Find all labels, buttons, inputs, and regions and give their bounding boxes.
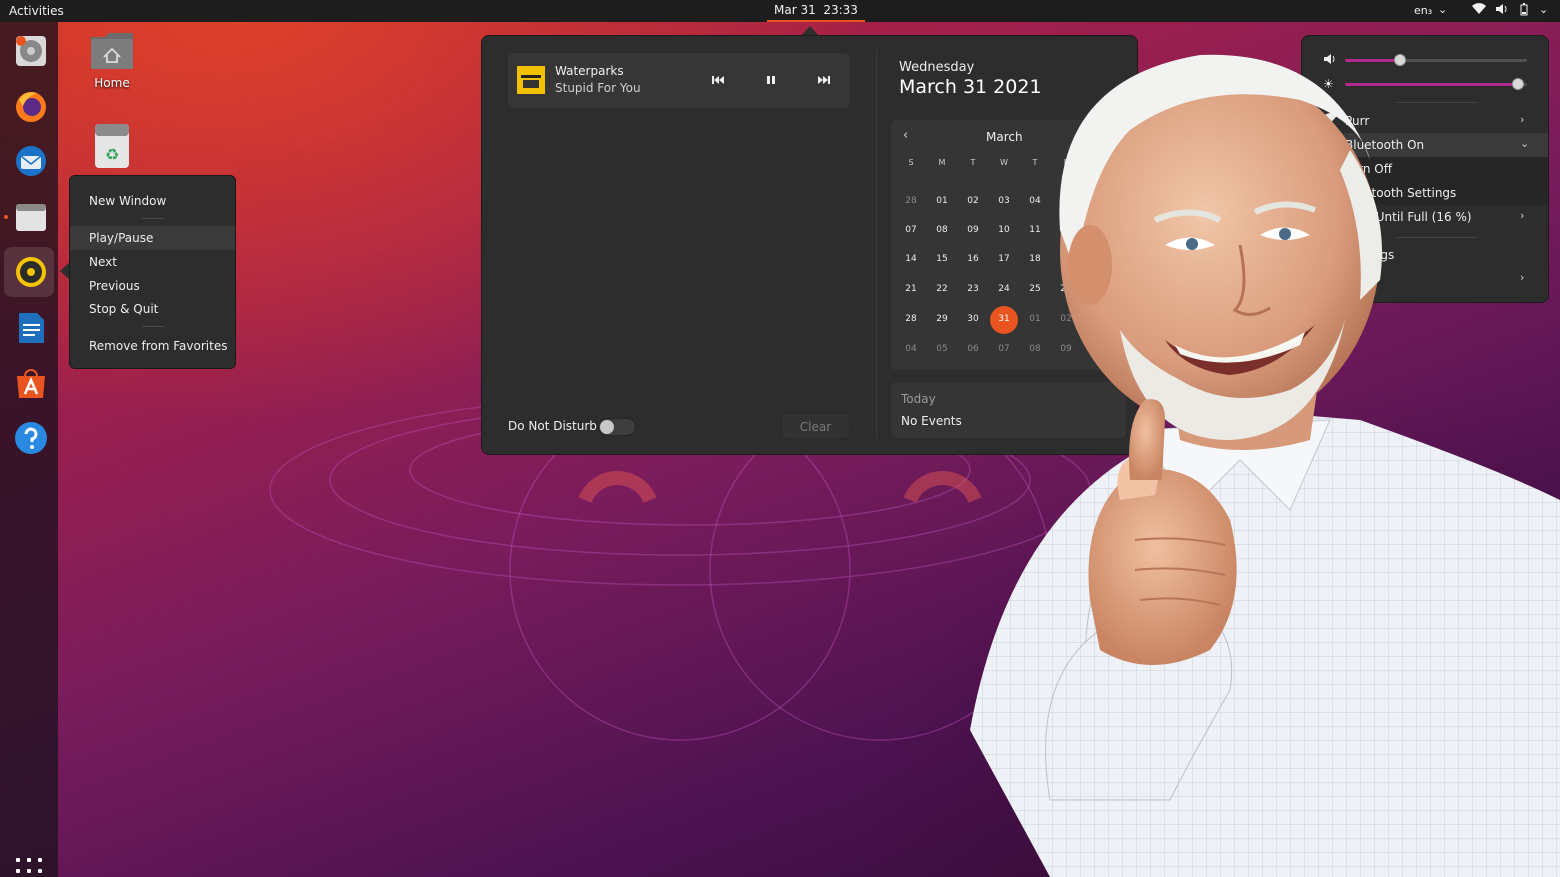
running-indicator bbox=[4, 215, 8, 219]
calendar-day[interactable]: 14 bbox=[899, 254, 923, 264]
calendar-day[interactable]: 07 bbox=[899, 225, 923, 235]
battery-icon[interactable] bbox=[1518, 3, 1530, 19]
track-artist: Waterparks bbox=[555, 64, 624, 78]
dock bbox=[0, 22, 58, 877]
files-icon bbox=[16, 204, 46, 231]
menu-separator bbox=[142, 326, 164, 327]
disk-usage-icon bbox=[16, 36, 46, 66]
calendar-day[interactable]: 28 bbox=[899, 196, 923, 206]
album-art bbox=[517, 66, 545, 94]
dock-item-software[interactable] bbox=[4, 358, 54, 408]
dock-item-help[interactable] bbox=[4, 413, 54, 463]
track-title: Stupid For You bbox=[555, 81, 641, 95]
dock-item-files[interactable] bbox=[4, 192, 54, 242]
dock-item-writer[interactable] bbox=[4, 303, 54, 353]
top-bar: Activities Mar 31 23:33 en₃ ⌄ ⌄ bbox=[0, 0, 1560, 22]
events-heading: Today bbox=[901, 392, 936, 406]
person-thumbs-up-photo bbox=[970, 54, 1560, 877]
calendar-day[interactable]: 04 bbox=[899, 344, 923, 354]
do-not-disturb-switch[interactable] bbox=[598, 418, 636, 436]
home-folder-icon bbox=[91, 33, 133, 69]
writer-icon bbox=[19, 313, 44, 343]
input-source-indicator[interactable]: en₃ bbox=[1414, 4, 1432, 17]
dock-context-menu: New Window Play/Pause Next Previous Stop… bbox=[69, 175, 236, 369]
calendar-day[interactable]: 21 bbox=[899, 284, 923, 294]
desktop-trash[interactable]: ♻ bbox=[72, 122, 152, 173]
software-center-icon bbox=[17, 369, 45, 398]
wifi-icon[interactable] bbox=[1472, 3, 1486, 18]
clear-notifications-button[interactable]: Clear bbox=[781, 413, 850, 439]
dock-item-firefox[interactable] bbox=[4, 81, 54, 131]
switch-knob bbox=[600, 420, 614, 434]
trash-icon: ♻ bbox=[95, 124, 129, 168]
chevron-left-icon[interactable]: ‹ bbox=[903, 128, 908, 143]
do-not-disturb-label: Do Not Disturb bbox=[508, 419, 597, 433]
media-player-card[interactable]: Waterparks Stupid For You bbox=[508, 53, 850, 108]
svg-text:♻: ♻ bbox=[105, 145, 119, 164]
clock-button[interactable]: Mar 31 23:33 bbox=[767, 0, 865, 22]
firefox-icon bbox=[16, 92, 46, 122]
dock-item-disk-usage[interactable] bbox=[4, 26, 54, 76]
previous-icon[interactable] bbox=[711, 73, 725, 87]
chevron-down-icon[interactable]: ⌄ bbox=[1539, 3, 1548, 16]
home-folder-label: Home bbox=[94, 76, 130, 90]
menu-item-next[interactable]: Next bbox=[70, 250, 235, 274]
next-icon[interactable] bbox=[817, 73, 831, 87]
dock-item-thunderbird[interactable] bbox=[4, 136, 54, 186]
pause-icon[interactable] bbox=[764, 73, 778, 87]
menu-item-stop-quit[interactable]: Stop & Quit bbox=[70, 297, 235, 321]
thunderbird-icon bbox=[16, 146, 46, 176]
chevron-down-icon[interactable]: ⌄ bbox=[1438, 3, 1447, 16]
panel-divider bbox=[876, 50, 877, 438]
calendar-day[interactable]: 28 bbox=[899, 314, 923, 324]
rhythmbox-icon bbox=[16, 257, 46, 287]
weekday-header: S bbox=[908, 158, 914, 167]
dock-item-rhythmbox[interactable] bbox=[4, 247, 54, 297]
help-icon bbox=[15, 422, 47, 454]
grid-icon[interactable] bbox=[16, 858, 42, 877]
menu-item-new-window[interactable]: New Window bbox=[70, 189, 235, 213]
menu-item-play-pause[interactable]: Play/Pause bbox=[70, 226, 235, 250]
menu-separator bbox=[142, 218, 164, 219]
speaker-icon[interactable] bbox=[1495, 3, 1508, 18]
menu-item-remove-favorites[interactable]: Remove from Favorites bbox=[70, 334, 235, 358]
desktop-home-folder[interactable]: Home bbox=[72, 31, 152, 90]
menu-item-previous[interactable]: Previous bbox=[70, 274, 235, 298]
activities-button[interactable]: Activities bbox=[9, 4, 64, 18]
